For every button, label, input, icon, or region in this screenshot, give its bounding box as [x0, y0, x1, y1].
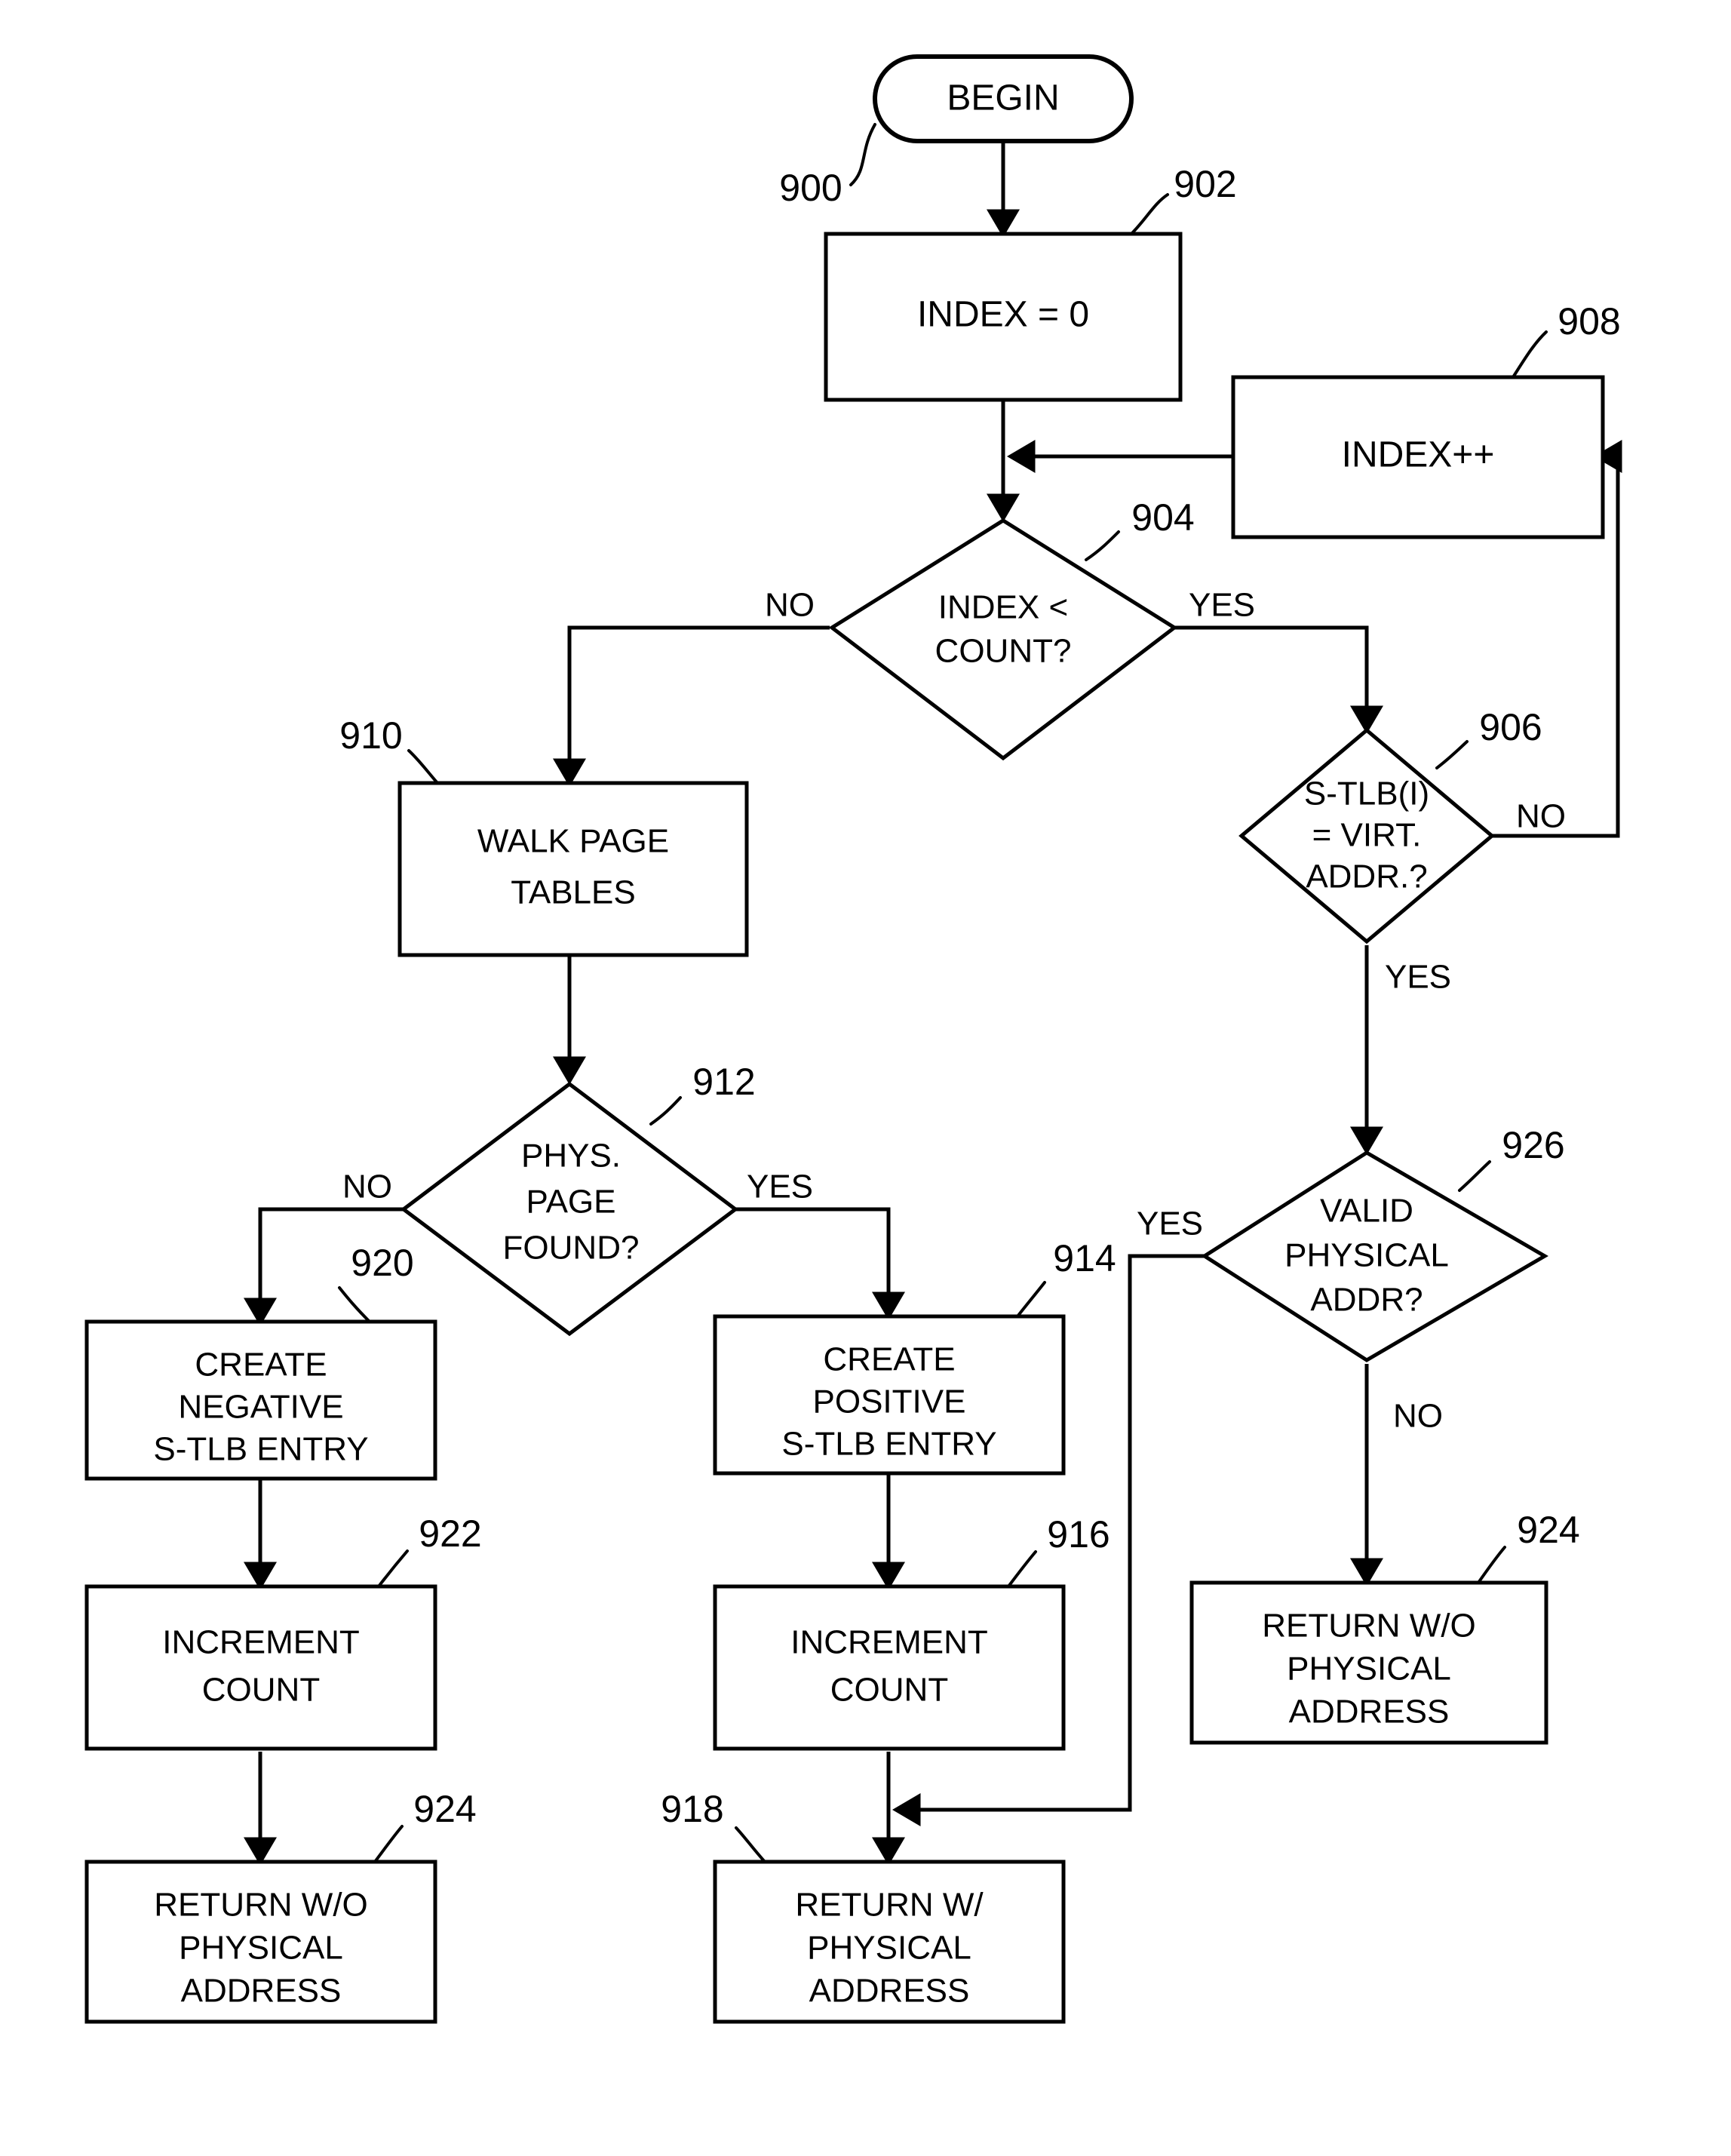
- increment-count-right-line2: COUNT: [830, 1672, 948, 1709]
- create-negative-line1: CREATE: [195, 1347, 327, 1384]
- node-index-lt-count: INDEX < COUNT?: [828, 518, 1178, 761]
- phys-page-found-line3: FOUND?: [503, 1230, 640, 1267]
- node-walk-page-tables: WALK PAGE TABLES: [397, 781, 749, 957]
- leader-924-left: [373, 1825, 404, 1863]
- create-positive-line2: POSITIVE: [813, 1384, 966, 1420]
- node-return-without-addr-right: RETURN W/O PHYSICAL ADDRESS: [1189, 1580, 1548, 1745]
- ref-904: 904: [1131, 496, 1194, 539]
- node-begin: BEGIN: [873, 54, 1134, 143]
- leader-922: [377, 1549, 409, 1588]
- leader-904: [1085, 530, 1120, 561]
- leader-918: [735, 1826, 766, 1863]
- valid-physical-addr-line3: ADDR?: [1310, 1282, 1423, 1319]
- edge-label-phys-page-found-no: NO: [342, 1169, 392, 1205]
- leader-912: [649, 1096, 682, 1126]
- edge-index-lt-count-yes-to-stlb-compare: [1174, 625, 1383, 734]
- return-without-left-line1: RETURN W/O: [154, 1887, 368, 1924]
- increment-count-left-line1: INCREMENT: [162, 1624, 360, 1661]
- leader-910: [407, 749, 439, 785]
- begin-label: BEGIN: [947, 78, 1059, 118]
- increment-count-left-shape: [84, 1584, 437, 1751]
- return-without-right-line3: ADDRESS: [1289, 1694, 1450, 1731]
- ref-912: 912: [692, 1061, 755, 1103]
- increment-count-right-line1: INCREMENT: [790, 1624, 988, 1661]
- edge-label-valid-addr-no: NO: [1393, 1398, 1443, 1435]
- node-return-with-addr: RETURN W/ PHYSICAL ADDRESS: [713, 1860, 1066, 2024]
- leader-916: [1007, 1550, 1037, 1588]
- ref-908: 908: [1558, 300, 1620, 342]
- return-with-line3: ADDRESS: [809, 1973, 970, 2010]
- ref-924-left: 924: [413, 1788, 476, 1830]
- leader-900: [849, 123, 876, 186]
- increment-count-right-shape: [713, 1584, 1066, 1751]
- ref-918: 918: [661, 1788, 723, 1830]
- ref-900: 900: [779, 167, 842, 209]
- return-without-right-line1: RETURN W/O: [1262, 1608, 1476, 1645]
- walk-page-tables-shape: [397, 781, 749, 957]
- walk-page-tables-line1: WALK PAGE: [477, 823, 669, 860]
- stlb-compare-line1: S-TLB(I): [1304, 775, 1429, 812]
- ref-926: 926: [1502, 1124, 1564, 1166]
- valid-physical-addr-line1: VALID: [1320, 1193, 1413, 1230]
- leader-924-right: [1477, 1546, 1506, 1584]
- ref-920: 920: [351, 1242, 413, 1284]
- return-without-left-line3: ADDRESS: [181, 1973, 342, 2010]
- edge-index-lt-count-no-to-walk-page-tables: [553, 625, 830, 787]
- node-increment-count-left: INCREMENT COUNT: [84, 1584, 437, 1751]
- index-increment-label: INDEX++: [1342, 435, 1495, 475]
- index-zero-label: INDEX = 0: [917, 295, 1089, 335]
- ref-924-right: 924: [1517, 1509, 1579, 1551]
- leader-908: [1512, 330, 1548, 379]
- leader-926: [1458, 1160, 1491, 1192]
- phys-page-found-line1: PHYS.: [521, 1138, 621, 1175]
- ref-914: 914: [1053, 1237, 1116, 1279]
- node-return-without-addr-left: RETURN W/O PHYSICAL ADDRESS: [84, 1860, 437, 2024]
- node-create-positive: CREATE POSITIVE S-TLB ENTRY: [713, 1314, 1066, 1476]
- node-increment-count-right: INCREMENT COUNT: [713, 1584, 1066, 1751]
- node-valid-physical-addr: VALID PHYSICAL ADDR?: [1201, 1150, 1548, 1362]
- index-lt-count-line1: INDEX <: [938, 589, 1068, 626]
- phys-page-found-line2: PAGE: [526, 1184, 615, 1221]
- leader-914: [1016, 1281, 1046, 1318]
- leader-920: [338, 1286, 371, 1323]
- node-stlb-compare: S-TLB(I) = VIRT. ADDR.?: [1238, 727, 1495, 944]
- ref-906: 906: [1479, 706, 1542, 748]
- leader-902: [1130, 193, 1169, 235]
- node-phys-page-found: PHYS. PAGE FOUND?: [400, 1081, 739, 1337]
- walk-page-tables-line2: TABLES: [511, 874, 635, 911]
- ref-910: 910: [339, 714, 402, 757]
- node-index-zero: INDEX = 0: [824, 232, 1183, 402]
- flowchart-canvas: BEGIN 900 INDEX = 0 902 INDEX++ 908 INDE…: [0, 0, 1731, 2156]
- ref-902: 902: [1174, 163, 1236, 205]
- stlb-compare-line2: = VIRT.: [1312, 817, 1422, 854]
- return-without-left-line2: PHYSICAL: [179, 1930, 343, 1967]
- edge-label-valid-addr-yes: YES: [1137, 1205, 1203, 1242]
- valid-physical-addr-line2: PHYSICAL: [1284, 1237, 1449, 1274]
- index-lt-count-line2: COUNT?: [935, 633, 1072, 670]
- create-positive-line1: CREATE: [823, 1341, 955, 1378]
- edge-label-stlb-yes: YES: [1385, 959, 1451, 996]
- ref-916: 916: [1047, 1513, 1109, 1556]
- return-without-right-line2: PHYSICAL: [1287, 1651, 1451, 1688]
- edge-label-index-lt-count-no: NO: [765, 587, 815, 624]
- edge-phys-page-found-yes-to-create-positive: [733, 1207, 905, 1320]
- node-index-increment: INDEX++: [1231, 375, 1605, 539]
- node-create-negative: CREATE NEGATIVE S-TLB ENTRY: [84, 1319, 437, 1481]
- flowchart-svg: BEGIN 900 INDEX = 0 902 INDEX++ 908 INDE…: [84, 54, 1622, 2024]
- increment-count-left-line2: COUNT: [202, 1672, 320, 1709]
- edge-label-stlb-no: NO: [1516, 798, 1566, 835]
- create-negative-line3: S-TLB ENTRY: [153, 1431, 368, 1468]
- return-with-line1: RETURN W/: [795, 1887, 984, 1924]
- create-negative-line2: NEGATIVE: [178, 1389, 343, 1426]
- stlb-compare-line3: ADDR.?: [1306, 858, 1427, 895]
- ref-922: 922: [419, 1513, 481, 1555]
- create-positive-line3: S-TLB ENTRY: [781, 1426, 996, 1463]
- edge-label-phys-page-found-yes: YES: [747, 1169, 813, 1205]
- leader-906: [1435, 740, 1469, 769]
- edge-label-index-lt-count-yes: YES: [1189, 587, 1255, 624]
- return-with-line2: PHYSICAL: [807, 1930, 971, 1967]
